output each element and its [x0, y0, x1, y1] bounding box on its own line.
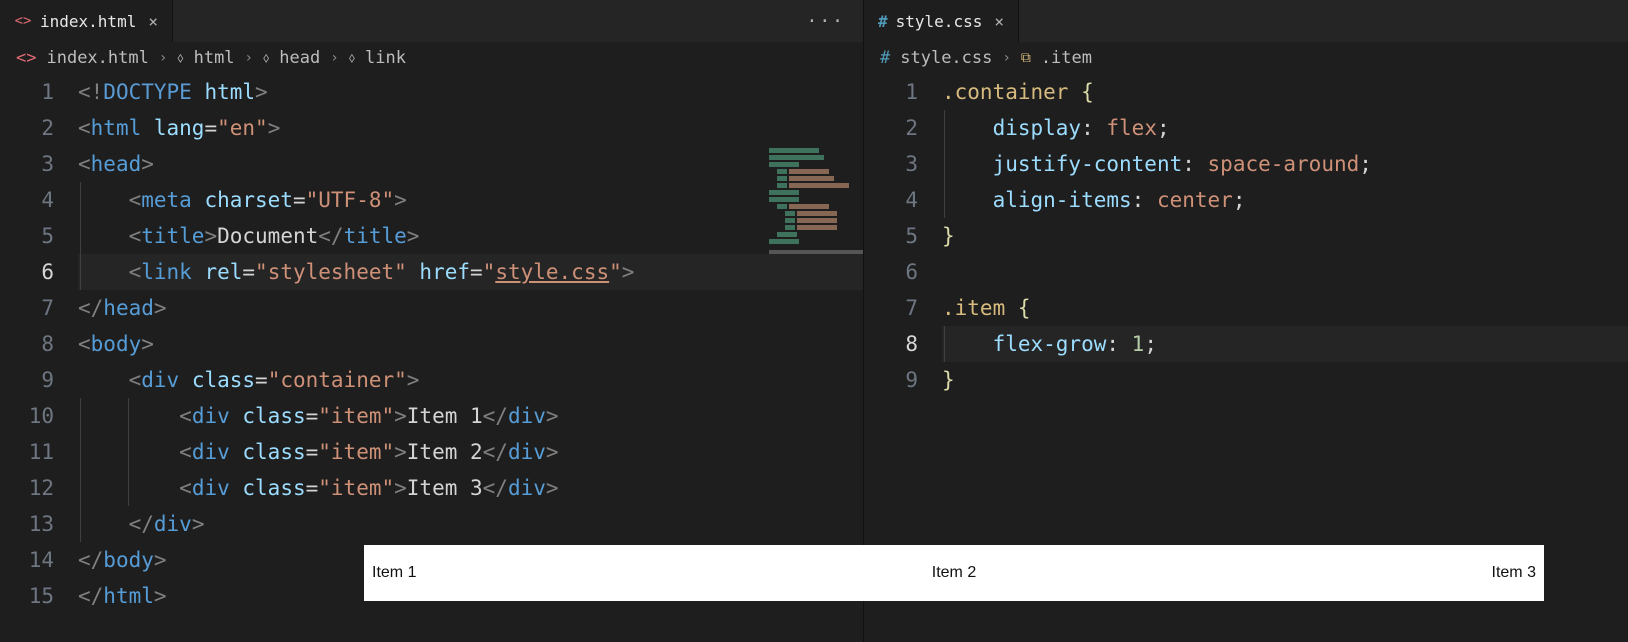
css-file-icon: #: [880, 48, 890, 68]
code-line[interactable]: }: [942, 218, 1628, 254]
tab-overflow-icon[interactable]: ···: [806, 11, 845, 32]
code-line[interactable]: <meta charset="UTF-8">: [78, 182, 863, 218]
chevron-right-icon: ›: [159, 50, 167, 66]
code-line[interactable]: align-items: center;: [942, 182, 1628, 218]
tab-label: style.css: [896, 12, 983, 31]
code-line[interactable]: <html lang="en">: [78, 110, 863, 146]
preview-item: Item 3: [1151, 564, 1544, 582]
code-line[interactable]: <title>Document</title>: [78, 218, 863, 254]
code-line[interactable]: [942, 254, 1628, 290]
code-line[interactable]: justify-content: space-around;: [942, 146, 1628, 182]
symbol-icon: ⧉: [1021, 50, 1031, 66]
line-number: 6: [0, 254, 54, 290]
breadcrumb-item[interactable]: style.css: [900, 48, 992, 68]
tab-bar-left: <> index.html × ···: [0, 0, 863, 42]
line-number: 11: [0, 434, 54, 470]
browser-preview: Item 1 Item 2 Item 3: [364, 545, 1544, 601]
close-icon[interactable]: ×: [994, 12, 1004, 31]
line-number-gutter: 123456789101112131415: [0, 74, 78, 642]
close-icon[interactable]: ×: [148, 12, 158, 31]
breadcrumb-item[interactable]: index.html: [46, 48, 148, 68]
symbol-icon: ⬨: [177, 50, 183, 66]
chevron-right-icon: ›: [245, 50, 253, 66]
line-number: 9: [0, 362, 54, 398]
line-number: 8: [0, 326, 54, 362]
breadcrumb-item[interactable]: head: [279, 48, 320, 68]
css-file-icon: #: [878, 12, 888, 31]
line-number: 3: [0, 146, 54, 182]
code-line[interactable]: }: [942, 362, 1628, 398]
chevron-right-icon: ›: [330, 50, 338, 66]
line-number: 9: [864, 362, 918, 398]
code-line[interactable]: <!DOCTYPE html>: [78, 74, 863, 110]
line-number: 5: [864, 218, 918, 254]
line-number: 2: [864, 110, 918, 146]
line-number: 1: [864, 74, 918, 110]
html-file-icon: <>: [16, 48, 36, 68]
line-number: 10: [0, 398, 54, 434]
line-number: 1: [0, 74, 54, 110]
breadcrumb-item[interactable]: .item: [1041, 48, 1092, 68]
code-line[interactable]: .container {: [942, 74, 1628, 110]
breadcrumb-item[interactable]: html: [194, 48, 235, 68]
html-file-icon: <>: [14, 12, 32, 30]
code-line[interactable]: <div class="item">Item 2</div>: [78, 434, 863, 470]
breadcrumb-left[interactable]: <> index.html › ⬨ html › ⬨ head › ⬨ link: [0, 42, 863, 74]
preview-item: Item 1: [364, 564, 757, 582]
code-line[interactable]: <div class="container">: [78, 362, 863, 398]
code-line[interactable]: <link rel="stylesheet" href="style.css">: [78, 254, 863, 290]
tab-label: index.html: [40, 12, 136, 31]
tab-index-html[interactable]: <> index.html ×: [0, 0, 173, 42]
line-number: 7: [0, 290, 54, 326]
breadcrumb-right[interactable]: # style.css › ⧉ .item: [864, 42, 1628, 74]
code-line[interactable]: <body>: [78, 326, 863, 362]
code-line[interactable]: <div class="item">Item 3</div>: [78, 470, 863, 506]
symbol-icon: ⬨: [349, 50, 355, 66]
tab-bar-right: # style.css ×: [864, 0, 1628, 42]
line-number: 8: [864, 326, 918, 362]
code-line[interactable]: display: flex;: [942, 110, 1628, 146]
line-number: 12: [0, 470, 54, 506]
symbol-icon: ⬨: [263, 50, 269, 66]
line-number: 7: [864, 290, 918, 326]
preview-item: Item 2: [757, 564, 1150, 582]
line-number: 15: [0, 578, 54, 614]
minimap-slider[interactable]: [769, 250, 863, 254]
line-number: 5: [0, 218, 54, 254]
line-number: 3: [864, 146, 918, 182]
code-line[interactable]: <div class="item">Item 1</div>: [78, 398, 863, 434]
tab-style-css[interactable]: # style.css ×: [864, 0, 1019, 42]
breadcrumb-item[interactable]: link: [365, 48, 406, 68]
code-line[interactable]: flex-grow: 1;: [942, 326, 1628, 362]
code-line[interactable]: <head>: [78, 146, 863, 182]
line-number: 13: [0, 506, 54, 542]
chevron-right-icon: ›: [1002, 50, 1010, 66]
line-number: 4: [864, 182, 918, 218]
code-line[interactable]: .item {: [942, 290, 1628, 326]
line-number: 14: [0, 542, 54, 578]
line-number: 2: [0, 110, 54, 146]
code-line[interactable]: </div>: [78, 506, 863, 542]
line-number: 6: [864, 254, 918, 290]
line-number: 4: [0, 182, 54, 218]
code-line[interactable]: </head>: [78, 290, 863, 326]
